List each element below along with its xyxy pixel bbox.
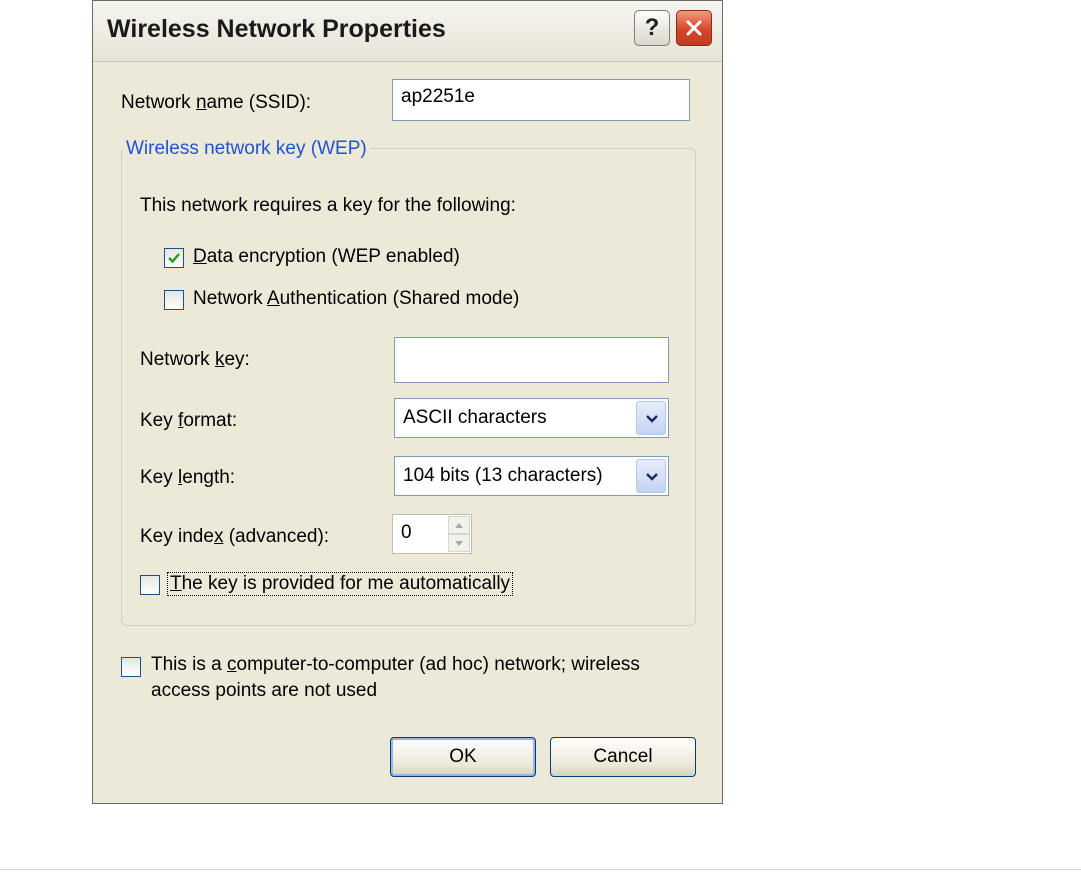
close-button[interactable]: [676, 10, 712, 46]
wep-intro-text: This network requires a key for the foll…: [140, 195, 516, 216]
adhoc-network-label[interactable]: This is a computer-to-computer (ad hoc) …: [151, 654, 640, 676]
ok-button[interactable]: OK: [390, 737, 536, 777]
key-format-label: Key format:: [140, 410, 238, 431]
title-bar[interactable]: Wireless Network Properties ?: [93, 1, 722, 62]
adhoc-network-label-line2[interactable]: access points are not used: [151, 680, 377, 702]
chevron-down-icon: [646, 415, 658, 423]
data-encryption-label[interactable]: Data encryption (WEP enabled): [193, 246, 460, 268]
key-index-value: 0: [401, 522, 412, 543]
network-key-input[interactable]: [394, 337, 669, 383]
spinner-buttons: [448, 516, 470, 552]
help-button[interactable]: ?: [634, 10, 670, 46]
wireless-network-properties-dialog: Wireless Network Properties ? Network na…: [92, 0, 723, 804]
ssid-input[interactable]: ap2251e: [392, 79, 690, 121]
wep-group-legend: Wireless network key (WEP): [123, 138, 370, 160]
key-length-dropdown-button[interactable]: [636, 459, 666, 493]
close-x-icon: [686, 20, 702, 36]
key-format-value: ASCII characters: [403, 407, 547, 428]
key-length-select[interactable]: 104 bits (13 characters): [394, 456, 669, 496]
cancel-button[interactable]: Cancel: [550, 737, 696, 777]
key-length-value: 104 bits (13 characters): [403, 465, 603, 486]
chevron-down-icon: [646, 473, 658, 481]
ssid-label: Network name (SSID):: [121, 92, 312, 113]
network-key-label: Network key:: [140, 349, 250, 370]
network-authentication-checkbox[interactable]: [164, 290, 184, 310]
auto-key-checkbox[interactable]: [140, 575, 160, 595]
key-length-label: Key length:: [140, 467, 236, 488]
arrow-down-icon: [455, 541, 463, 546]
key-index-label: Key index (advanced):: [140, 526, 330, 547]
auto-key-label[interactable]: The key is provided for me automatically: [167, 572, 514, 596]
help-icon: ?: [644, 14, 660, 41]
adhoc-network-checkbox[interactable]: [121, 657, 141, 677]
data-encryption-checkbox[interactable]: [164, 248, 184, 268]
wep-group-box: [121, 148, 696, 626]
dialog-title: Wireless Network Properties: [107, 15, 446, 43]
key-format-dropdown-button[interactable]: [636, 401, 666, 435]
spinner-down-button[interactable]: [448, 534, 470, 552]
spinner-up-button[interactable]: [448, 516, 470, 534]
arrow-up-icon: [455, 523, 463, 528]
dialog-content: Network name (SSID): ap2251e Wireless ne…: [93, 62, 722, 803]
checkmark-icon: [168, 253, 180, 264]
key-format-select[interactable]: ASCII characters: [394, 398, 669, 438]
key-index-spinner[interactable]: 0: [392, 514, 472, 554]
network-authentication-label[interactable]: Network Authentication (Shared mode): [193, 288, 519, 310]
horizontal-divider: [0, 869, 1081, 870]
